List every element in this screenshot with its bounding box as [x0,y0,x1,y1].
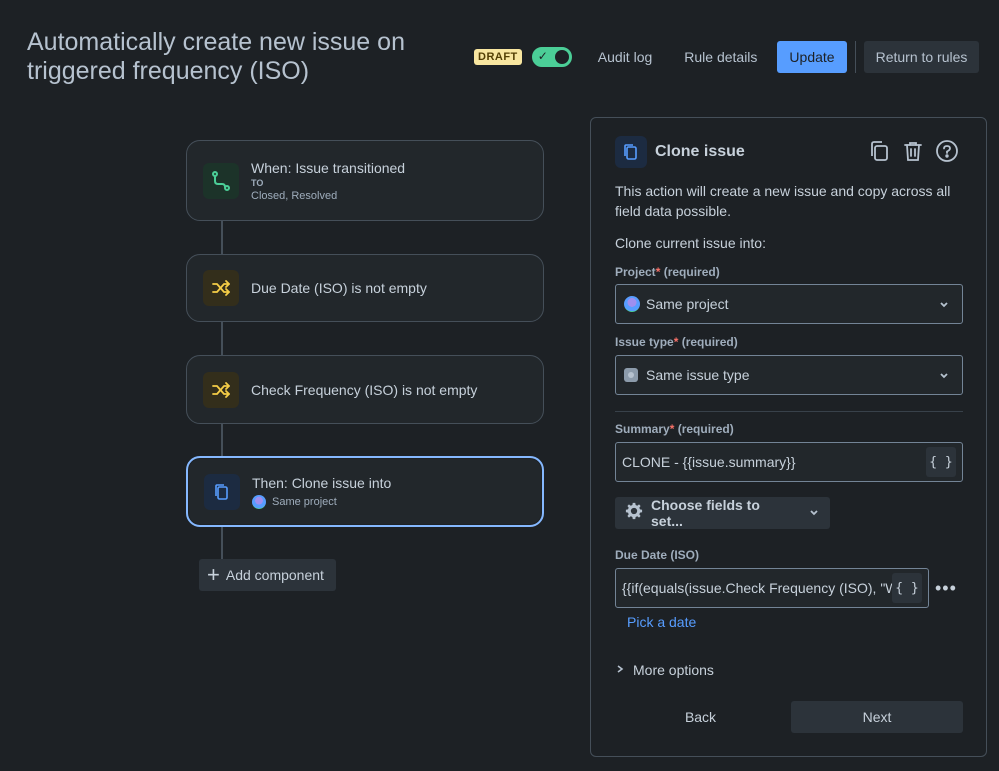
shuffle-icon [203,270,239,306]
back-button[interactable]: Back [615,701,786,733]
flow-connector [221,322,223,355]
summary-label: Summary* (required) [615,422,734,436]
rule-details-button[interactable]: Rule details [672,41,769,73]
trigger-statuses: Closed, Resolved [251,189,338,202]
action-title: Then: Clone issue into [252,474,392,491]
action-project: Same project [272,495,337,508]
page-title: Automatically create new issue on trigge… [27,28,405,85]
more-options-toggle[interactable]: More options [615,662,714,678]
check-icon: ✓ [537,48,548,63]
condition-card-due-date[interactable]: Due Date (ISO) is not empty [186,254,544,322]
issue-type-icon [624,368,638,382]
project-label: Project* (required) [615,265,720,279]
chevron-down-icon [938,368,950,384]
summary-input[interactable]: CLONE - {{issue.summary}} { } [615,442,963,482]
pick-date-link[interactable]: Pick a date [627,614,696,630]
smart-value-button[interactable]: { } [892,573,922,603]
clone-icon [204,473,240,510]
choose-fields-label: Choose fields to set... [651,497,760,529]
more-actions-icon[interactable]: ••• [935,578,957,599]
help-icon[interactable] [934,138,960,164]
add-component-label: Add component [225,567,324,583]
trigger-to-label: TO [251,177,264,188]
project-avatar-icon [624,296,640,312]
issue-type-select-value: Same issue type [646,367,750,383]
flow-connector [221,424,223,456]
more-options-label: More options [633,662,714,678]
due-date-value: {{if(equals(issue.Check Frequency (ISO),… [622,580,892,596]
rule-enabled-toggle[interactable]: ✓ [531,46,572,67]
trigger-card[interactable]: When: Issue transitioned TO Closed, Reso… [186,140,544,221]
choose-fields-button[interactable]: Choose fields to set... [615,497,830,529]
top-toolbar: DRAFT ✓ Audit log Rule details Update Re… [474,40,987,73]
action-card-clone[interactable]: Then: Clone issue into Same project [186,456,544,527]
return-to-rules-button[interactable]: Return to rules [863,40,980,73]
project-select[interactable]: Same project [615,284,963,324]
section-divider [615,411,963,412]
condition-title: Check Frequency (ISO) is not empty [251,381,478,398]
issue-type-label: Issue type* (required) [615,335,738,349]
project-select-value: Same project [646,296,729,312]
summary-value: CLONE - {{issue.summary}} [622,454,796,470]
flow-connector [221,221,223,254]
smart-value-button[interactable]: { } [926,447,956,477]
condition-title: Due Date (ISO) is not empty [251,280,427,296]
draft-lozenge: DRAFT [474,48,522,65]
clone-issue-panel: Clone issue This action will create a ne… [590,117,987,757]
duplicate-icon[interactable] [866,138,892,164]
transition-icon [203,162,239,199]
toolbar-divider [854,40,856,73]
update-button[interactable]: Update [777,40,847,73]
panel-description: This action will create a new issue and … [615,183,951,219]
due-date-input[interactable]: {{if(equals(issue.Check Frequency (ISO),… [615,568,929,608]
plus-icon: + [207,562,220,587]
issue-type-select[interactable]: Same issue type [615,355,963,395]
condition-card-frequency[interactable]: Check Frequency (ISO) is not empty [186,355,544,424]
project-avatar-icon [252,494,266,509]
due-date-label: Due Date (ISO) [615,548,700,562]
audit-log-button[interactable]: Audit log [586,41,664,73]
clone-icon [615,136,647,168]
gear-icon [625,502,643,525]
clone-into-label: Clone current issue into: [615,235,766,251]
chevron-down-icon [938,297,950,313]
panel-title: Clone issue [655,143,745,160]
add-component-button[interactable]: + Add component [199,559,336,591]
chevron-right-icon [615,664,625,677]
chevron-down-icon [808,505,820,521]
next-button[interactable]: Next [791,701,963,733]
trigger-title: When: Issue transitioned [251,159,406,176]
toggle-knob [554,49,569,64]
flow-connector [221,527,223,559]
shuffle-icon [203,371,239,408]
trash-icon[interactable] [900,138,926,164]
